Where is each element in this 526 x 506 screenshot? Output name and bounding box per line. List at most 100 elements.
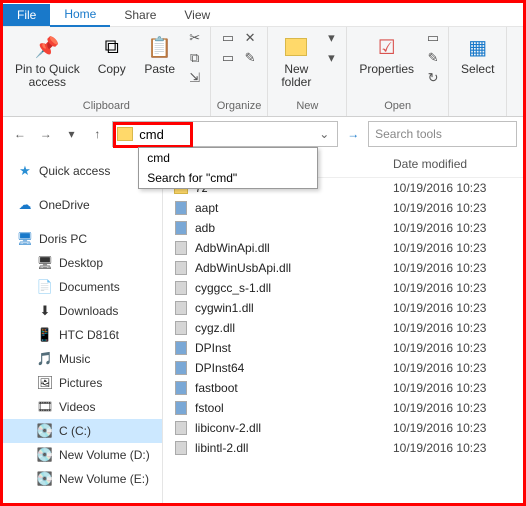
file-row[interactable]: cygz.dll10/19/2016 10:23 — [163, 318, 523, 338]
file-row[interactable]: aapt10/19/2016 10:23 — [163, 198, 523, 218]
file-icon — [173, 320, 189, 336]
file-icon — [173, 260, 189, 276]
sidebar-item[interactable]: 🎵 Music — [3, 347, 162, 371]
move-to-icon[interactable]: ▭ — [219, 29, 237, 47]
sidebar-item-label: Videos — [59, 400, 95, 414]
delete-icon[interactable]: ✕ — [241, 29, 259, 47]
file-date: 10/19/2016 10:23 — [393, 441, 513, 455]
file-list-pane: Name Date modified 7z10/19/2016 10:23aap… — [163, 151, 523, 503]
open-icon[interactable]: ▭ — [424, 29, 442, 47]
suggestion-item[interactable]: Search for "cmd" — [139, 168, 317, 188]
pin-to-quick-access-button[interactable]: 📌 Pin to Quick access — [9, 29, 86, 93]
tab-home[interactable]: Home — [50, 3, 110, 27]
sidebar-item[interactable]: 🖼 Pictures — [3, 371, 162, 395]
file-name: libiconv-2.dll — [195, 421, 393, 435]
file-row[interactable]: AdbWinUsbApi.dll10/19/2016 10:23 — [163, 258, 523, 278]
navigation-bar: ← → ▾ ↑ ⌄ cmd Search for "cmd" → Search … — [3, 117, 523, 151]
sidebar-item[interactable]: 💽C (C:) — [3, 419, 162, 443]
address-dropdown-icon[interactable]: ⌄ — [315, 127, 333, 141]
sidebar-item[interactable]: ⬇Downloads — [3, 299, 162, 323]
sidebar-item[interactable]: 💽New Volume (D:) — [3, 443, 162, 467]
paste-button[interactable]: 📋 Paste — [138, 29, 182, 80]
address-suggestions: cmd Search for "cmd" — [138, 147, 318, 189]
file-date: 10/19/2016 10:23 — [393, 201, 513, 215]
file-icon — [173, 240, 189, 256]
sidebar-item-label: Documents — [59, 280, 120, 294]
cloud-icon: ☁ — [17, 197, 33, 213]
address-bar[interactable]: ⌄ — [112, 121, 338, 147]
file-row[interactable]: DPInst6410/19/2016 10:23 — [163, 358, 523, 378]
file-row[interactable]: adb10/19/2016 10:23 — [163, 218, 523, 238]
file-icon — [173, 340, 189, 356]
sidebar-onedrive[interactable]: ☁ OneDrive — [3, 193, 162, 217]
copy-button[interactable]: ⧉ Copy — [90, 29, 134, 80]
recent-dropdown-icon[interactable]: ▾ — [61, 123, 83, 145]
file-row[interactable]: fstool10/19/2016 10:23 — [163, 398, 523, 418]
file-name: libintl-2.dll — [195, 441, 393, 455]
suggestion-item[interactable]: cmd — [139, 148, 317, 168]
tab-view[interactable]: View — [170, 4, 224, 26]
file-name: adb — [195, 221, 393, 235]
file-date: 10/19/2016 10:23 — [393, 261, 513, 275]
file-date: 10/19/2016 10:23 — [393, 301, 513, 315]
edit-icon[interactable]: ✎ — [424, 49, 442, 67]
history-icon[interactable]: ↻ — [424, 69, 442, 87]
tab-bar: File Home Share View — [3, 3, 523, 27]
file-date: 10/19/2016 10:23 — [393, 421, 513, 435]
drive-icon: 📄 — [37, 279, 53, 295]
new-item-icon[interactable]: ▾ — [322, 29, 340, 47]
tab-share[interactable]: Share — [110, 4, 170, 26]
up-button[interactable]: ↑ — [86, 123, 108, 145]
forward-button[interactable]: → — [35, 123, 57, 145]
sidebar-item-label: Music — [59, 352, 90, 366]
file-date: 10/19/2016 10:23 — [393, 341, 513, 355]
rename-icon[interactable]: ✎ — [241, 49, 259, 67]
sidebar-item[interactable]: 📄 Documents — [3, 275, 162, 299]
file-row[interactable]: cygwin1.dll10/19/2016 10:23 — [163, 298, 523, 318]
sidebar-item[interactable]: 💽New Volume (E:) — [3, 467, 162, 491]
new-folder-icon — [282, 33, 310, 61]
file-icon — [173, 200, 189, 216]
file-icon — [173, 420, 189, 436]
go-button[interactable]: → — [342, 123, 364, 145]
file-row[interactable]: DPInst10/19/2016 10:23 — [163, 338, 523, 358]
file-name: aapt — [195, 201, 393, 215]
sidebar-item-label: Pictures — [59, 376, 102, 390]
select-button[interactable]: ▦ Select — [455, 29, 500, 80]
search-box[interactable]: Search tools — [368, 121, 517, 147]
file-icon — [173, 400, 189, 416]
column-date[interactable]: Date modified — [393, 157, 513, 171]
new-folder-button[interactable]: New folder — [274, 29, 318, 93]
cut-icon[interactable]: ✂ — [186, 29, 204, 47]
properties-button[interactable]: ☑ Properties — [353, 29, 420, 80]
file-date: 10/19/2016 10:23 — [393, 321, 513, 335]
file-name: fastboot — [195, 381, 393, 395]
select-icon: ▦ — [464, 33, 492, 61]
drive-icon: 📱 — [37, 327, 53, 343]
drive-icon: 🖼 — [37, 375, 53, 391]
file-icon — [173, 360, 189, 376]
copy-path-icon[interactable]: ⧉ — [186, 49, 204, 67]
file-row[interactable]: AdbWinApi.dll10/19/2016 10:23 — [163, 238, 523, 258]
drive-icon: 🎵 — [37, 351, 53, 367]
file-row[interactable]: libintl-2.dll10/19/2016 10:23 — [163, 438, 523, 458]
sidebar-item[interactable]: 📱HTC D816t — [3, 323, 162, 347]
easy-access-icon[interactable]: ▾ — [322, 49, 340, 67]
file-row[interactable]: cyggcc_s-1.dll10/19/2016 10:23 — [163, 278, 523, 298]
search-placeholder: Search tools — [375, 127, 442, 141]
file-name: AdbWinApi.dll — [195, 241, 393, 255]
sidebar-item[interactable]: 🖥Desktop — [3, 251, 162, 275]
file-name: AdbWinUsbApi.dll — [195, 261, 393, 275]
sidebar-item[interactable]: 🎞Videos — [3, 395, 162, 419]
file-name: DPInst64 — [195, 361, 393, 375]
file-row[interactable]: libiconv-2.dll10/19/2016 10:23 — [163, 418, 523, 438]
tab-file[interactable]: File — [3, 4, 50, 26]
drive-icon: 💽 — [37, 471, 53, 487]
paste-shortcut-icon[interactable]: ⇲ — [186, 69, 204, 87]
back-button[interactable]: ← — [9, 123, 31, 145]
copy-to-icon[interactable]: ▭ — [219, 49, 237, 67]
sidebar-this-pc[interactable]: 🖥 Doris PC — [3, 227, 162, 251]
drive-icon: 🖥 — [37, 255, 53, 271]
file-row[interactable]: fastboot10/19/2016 10:23 — [163, 378, 523, 398]
sidebar-item-label: New Volume (D:) — [59, 448, 150, 462]
